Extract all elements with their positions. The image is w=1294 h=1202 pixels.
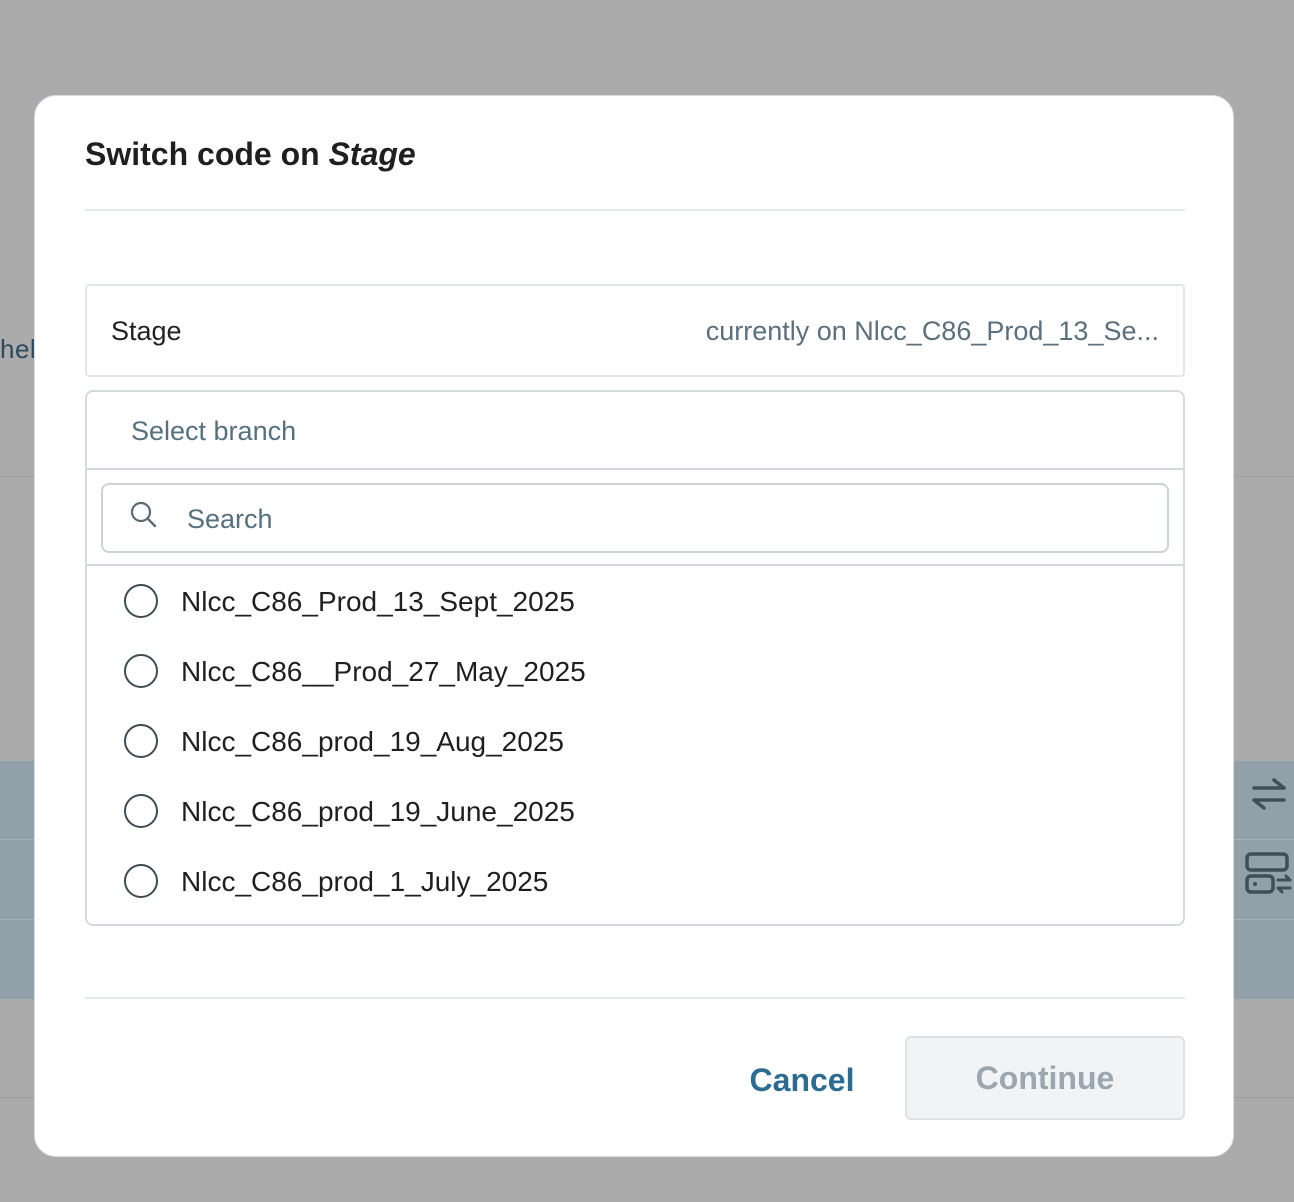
- environment-row: Stage currently on Nlcc_C86_Prod_13_Se..…: [85, 284, 1185, 377]
- branch-option-label: Nlcc_C86__Prod_27_May_2025: [181, 656, 586, 687]
- environment-name: Stage: [111, 316, 182, 346]
- background-link-text: hel: [0, 334, 37, 364]
- switch-code-modal: Switch code on Stage Stage currently on …: [34, 95, 1234, 1157]
- search-icon: [130, 501, 157, 528]
- swap-arrows-icon: [1252, 778, 1286, 810]
- branch-option-label: Nlcc_C86_prod_19_June_2025: [181, 796, 575, 827]
- branch-option-label: Nlcc_C86_prod_1_July_2025: [181, 866, 549, 897]
- continue-button[interactable]: Continue: [905, 1036, 1185, 1120]
- radio-button[interactable]: [124, 794, 158, 828]
- modal-title-prefix: Switch code on: [85, 136, 329, 172]
- footer-divider: [85, 997, 1185, 999]
- search-box[interactable]: [101, 483, 1169, 553]
- search-input[interactable]: [187, 499, 1087, 539]
- branch-option[interactable]: Nlcc_C86_prod_19_Aug_2025: [87, 706, 1183, 776]
- modal-title-environment: Stage: [328, 136, 416, 172]
- radio-button[interactable]: [124, 724, 158, 758]
- branch-dropdown: Select branch Nlcc_C86_Prod_13_Sept_2025…: [85, 390, 1185, 926]
- cancel-button[interactable]: Cancel: [735, 1040, 869, 1120]
- branch-list: Nlcc_C86_Prod_13_Sept_2025 Nlcc_C86__Pro…: [87, 566, 1183, 916]
- branch-option[interactable]: Nlcc_C86_Prod_13_Sept_2025: [87, 566, 1183, 636]
- branch-option[interactable]: Nlcc_C86__Prod_27_May_2025: [87, 636, 1183, 706]
- radio-button[interactable]: [124, 864, 158, 898]
- modal-title: Switch code on Stage: [85, 136, 416, 173]
- branch-select-placeholder: Select branch: [131, 416, 297, 446]
- header-divider: [85, 209, 1185, 211]
- branch-option-label: Nlcc_C86_prod_19_Aug_2025: [181, 726, 564, 757]
- branch-option[interactable]: Nlcc_C86_prod_1_July_2025: [87, 846, 1183, 916]
- branch-option[interactable]: Nlcc_C86_prod_19_June_2025: [87, 776, 1183, 846]
- server-sync-icon: [1245, 852, 1292, 894]
- radio-button[interactable]: [124, 654, 158, 688]
- radio-button[interactable]: [124, 584, 158, 618]
- current-branch-text: currently on Nlcc_C86_Prod_13_Se...: [705, 316, 1159, 346]
- branch-select[interactable]: Select branch: [87, 392, 1183, 470]
- branch-option-label: Nlcc_C86_Prod_13_Sept_2025: [181, 586, 575, 617]
